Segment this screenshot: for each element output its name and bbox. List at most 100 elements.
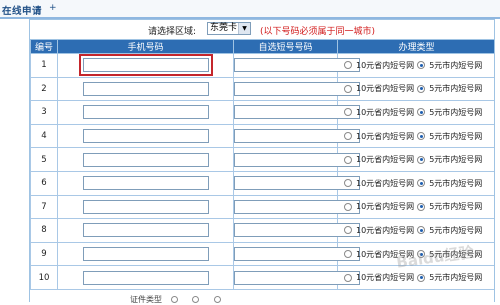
header-phone: 手机号码 [57,39,234,54]
radio-10yuan-province[interactable] [344,61,352,70]
radio-5yuan-city[interactable] [417,108,426,117]
short-number-input[interactable] [234,223,360,238]
apply-form: 请选择区域: 东莞卡 ▼ (以下号码必须属于同一城市) 编号 手机号码 自选短号… [29,19,495,302]
plan-type-options: 10元省内短号网 5元市内短号网 [337,76,494,102]
plan-type-options: 10元省内短号网 5元市内短号网 [337,265,494,290]
radio-label-10yuan: 10元省内短号网 [356,178,415,188]
short-number-input[interactable] [234,81,360,96]
phone-input[interactable] [82,152,209,167]
dropdown-arrow-icon[interactable]: ▼ [238,23,250,34]
region-label: 请选择区域: [148,27,197,37]
region-select-row: 请选择区域: 东莞卡 ▼ (以下号码必须属于同一城市) [30,20,494,39]
short-number-input[interactable] [234,199,360,214]
short-number-input[interactable] [234,129,360,144]
radio-label-10yuan: 10元省内短号网 [356,249,415,259]
radio-5yuan-city[interactable] [417,84,426,93]
radio-10yuan-province[interactable] [344,108,352,117]
radio-5yuan-city[interactable] [417,202,426,211]
region-note: (以下号码必须属于同一城市) [260,27,376,37]
phone-input[interactable] [82,81,209,96]
numbers-table: 编号 手机号码 自选短号号码 办理类型 1 10元省内短号网 5元市内短号网 2 10元… [30,39,494,290]
radio-10yuan-province[interactable] [344,273,352,282]
radio-label-5yuan: 5元市内短号网 [429,202,483,212]
row-number: 6 [30,170,58,196]
radio-10yuan-province[interactable] [344,155,352,164]
phone-input[interactable] [82,247,209,262]
table-header: 编号 手机号码 自选短号号码 办理类型 [30,39,494,54]
short-number-input[interactable] [234,152,360,167]
row-number: 8 [30,218,58,243]
header-short-number: 自选短号号码 [233,39,338,54]
radio-5yuan-city[interactable] [417,226,426,235]
radio-10yuan-province[interactable] [344,132,352,141]
radio-10yuan-province[interactable] [344,226,352,235]
short-number-input[interactable] [234,105,360,120]
radio-label-10yuan: 10元省内短号网 [356,225,415,235]
radio-5yuan-city[interactable] [417,132,426,141]
plan-type-options: 10元省内短号网 5元市内短号网 [337,170,494,196]
radio-label-10yuan: 10元省内短号网 [356,60,415,70]
table-row: 6 10元省内短号网 5元市内短号网 [30,170,494,196]
row-number: 10 [30,265,58,290]
radio-label-5yuan: 5元市内短号网 [429,249,483,259]
tab-online-apply[interactable]: 在线申请 [2,3,42,17]
radio-label-5yuan: 5元市内短号网 [429,107,483,117]
radio-10yuan-province[interactable] [344,84,352,93]
radio-label-10yuan: 10元省内短号网 [356,107,415,117]
row-number: 7 [30,194,58,220]
radio-label-5yuan: 5元市内短号网 [429,273,483,283]
radio-label-10yuan: 10元省内短号网 [356,155,415,165]
radio-5yuan-city[interactable] [417,179,426,188]
radio-10yuan-province[interactable] [344,250,352,259]
table-row: 5 10元省内短号网 5元市内短号网 [30,147,494,172]
phone-input[interactable] [82,105,209,120]
phone-input[interactable] [82,223,209,238]
table-row: 2 10元省内短号网 5元市内短号网 [30,76,494,102]
plan-type-options: 10元省内短号网 5元市内短号网 [337,147,494,172]
radio-label-5yuan: 5元市内短号网 [429,60,483,70]
table-row: 8 10元省内短号网 5元市内短号网 [30,218,494,243]
table-row: 9 10元省内短号网 5元市内短号网 [30,241,494,267]
phone-input[interactable] [78,54,213,77]
radio-label-5yuan: 5元市内短号网 [429,225,483,235]
footer-row: 证件类型 [130,294,227,305]
plan-type-options: 10元省内短号网 5元市内短号网 [337,123,494,149]
header-number: 编号 [30,39,58,54]
region-select-value: 东莞卡 [210,23,238,33]
short-number-input[interactable] [234,58,360,73]
region-select[interactable]: 东莞卡 ▼ [207,22,251,35]
radio-5yuan-city[interactable] [417,273,426,282]
table-row: 1 10元省内短号网 5元市内短号网 [30,53,494,78]
phone-input[interactable] [82,129,209,144]
radio-10yuan-province[interactable] [344,179,352,188]
phone-input[interactable] [82,199,209,214]
radio-5yuan-city[interactable] [417,61,426,70]
phone-input[interactable] [82,176,209,191]
short-number-input[interactable] [234,176,360,191]
radio-label-5yuan: 5元市内短号网 [429,131,483,141]
short-number-input[interactable] [234,247,360,262]
row-number: 9 [30,241,58,267]
radio-label-10yuan: 10元省内短号网 [356,273,415,283]
row-number: 3 [30,100,58,125]
row-number: 2 [30,76,58,102]
radio-label-10yuan: 10元省内短号网 [356,131,415,141]
phone-input[interactable] [82,270,209,285]
expand-icon[interactable]: + [49,3,57,13]
radio-5yuan-city[interactable] [417,250,426,259]
short-number-input[interactable] [234,270,360,285]
table-row: 10 10元省内短号网 5元市内短号网 [30,265,494,290]
row-number: 4 [30,123,58,149]
tab-bar: 在线申请 + [0,0,500,19]
table-row: 3 10元省内短号网 5元市内短号网 [30,100,494,125]
plan-type-options: 10元省内短号网 5元市内短号网 [337,194,494,220]
row-number: 1 [30,53,58,78]
radio-label-5yuan: 5元市内短号网 [429,84,483,94]
radio-label-10yuan: 10元省内短号网 [356,84,415,94]
table-row: 7 10元省内短号网 5元市内短号网 [30,194,494,220]
radio-label-10yuan: 10元省内短号网 [356,202,415,212]
plan-type-options: 10元省内短号网 5元市内短号网 [337,53,494,78]
radio-10yuan-province[interactable] [344,202,352,211]
radio-5yuan-city[interactable] [417,155,426,164]
plan-type-options: 10元省内短号网 5元市内短号网 [337,218,494,243]
